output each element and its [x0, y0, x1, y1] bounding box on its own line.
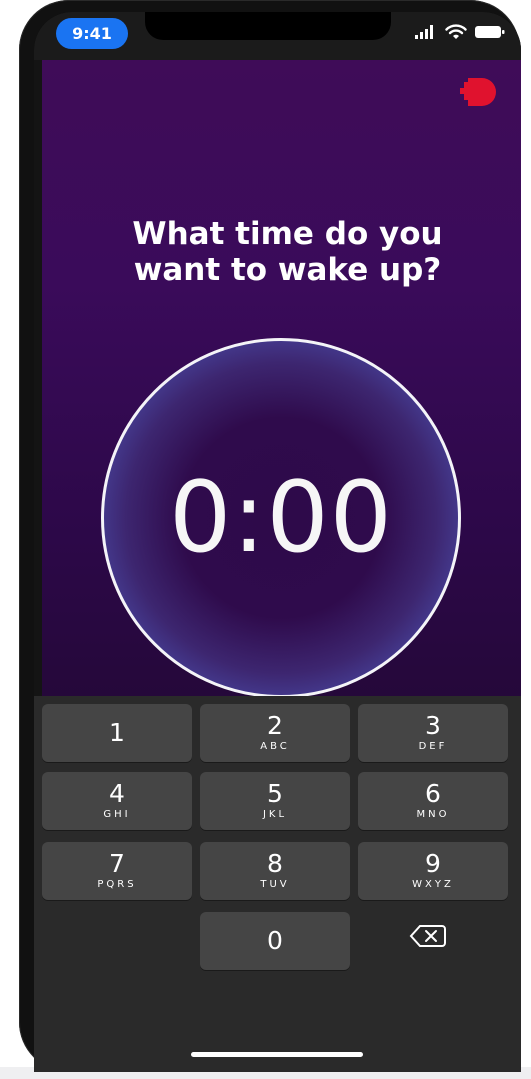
key-letters: JKL: [262, 809, 288, 820]
side-edge: [34, 60, 42, 696]
numeric-keypad: 1 2 ABC 3 DEF 4 GHI 5 JKL 6 MNO 7 PQRS 8…: [34, 696, 521, 1072]
key-digit: 8: [267, 849, 283, 878]
key-letters: TUV: [260, 879, 290, 890]
status-bar: 9:41: [34, 12, 521, 60]
home-indicator[interactable]: [191, 1052, 363, 1057]
cellular-signal-icon: [415, 25, 433, 39]
phone-screen: 9:41 What time do you want to wake up? 0…: [34, 12, 521, 1072]
key-letters: MNO: [416, 809, 450, 820]
key-letters: WXYZ: [412, 879, 454, 890]
key-2[interactable]: 2 ABC: [200, 704, 350, 762]
key-letters: ABC: [260, 741, 290, 752]
key-digit: 6: [425, 779, 441, 808]
key-digit: 4: [109, 779, 125, 808]
key-1[interactable]: 1: [42, 704, 192, 762]
key-3[interactable]: 3 DEF: [358, 704, 508, 762]
key-5[interactable]: 5 JKL: [200, 772, 350, 830]
notch: [145, 12, 391, 40]
key-9[interactable]: 9 WXYZ: [358, 842, 508, 900]
key-letters: GHI: [103, 809, 131, 820]
status-time: 9:41: [56, 18, 128, 49]
alarm-time-dial[interactable]: 0:00: [101, 338, 461, 698]
backspace-icon[interactable]: [408, 923, 448, 949]
alarm-time-value: 0:00: [168, 461, 394, 575]
key-digit: 2: [267, 711, 283, 740]
status-icons: [415, 24, 505, 40]
phone-frame: 9:41 What time do you want to wake up? 0…: [19, 0, 521, 1072]
key-letters: DEF: [418, 741, 448, 752]
key-digit: 0: [267, 926, 283, 955]
wifi-icon: [445, 24, 467, 39]
key-digit: 5: [267, 779, 283, 808]
key-4[interactable]: 4 GHI: [42, 772, 192, 830]
key-letters: PQRS: [97, 879, 137, 890]
key-digit: 7: [109, 849, 125, 878]
key-6[interactable]: 6 MNO: [358, 772, 508, 830]
key-digit: 3: [425, 711, 441, 740]
wake-up-question: What time do you want to wake up?: [132, 216, 443, 288]
battery-icon: [475, 26, 505, 38]
key-0[interactable]: 0: [200, 912, 350, 970]
key-digit: 1: [109, 718, 125, 747]
key-7[interactable]: 7 PQRS: [42, 842, 192, 900]
key-digit: 9: [425, 849, 441, 878]
key-8[interactable]: 8 TUV: [200, 842, 350, 900]
menu-blob-icon[interactable]: [458, 70, 498, 114]
